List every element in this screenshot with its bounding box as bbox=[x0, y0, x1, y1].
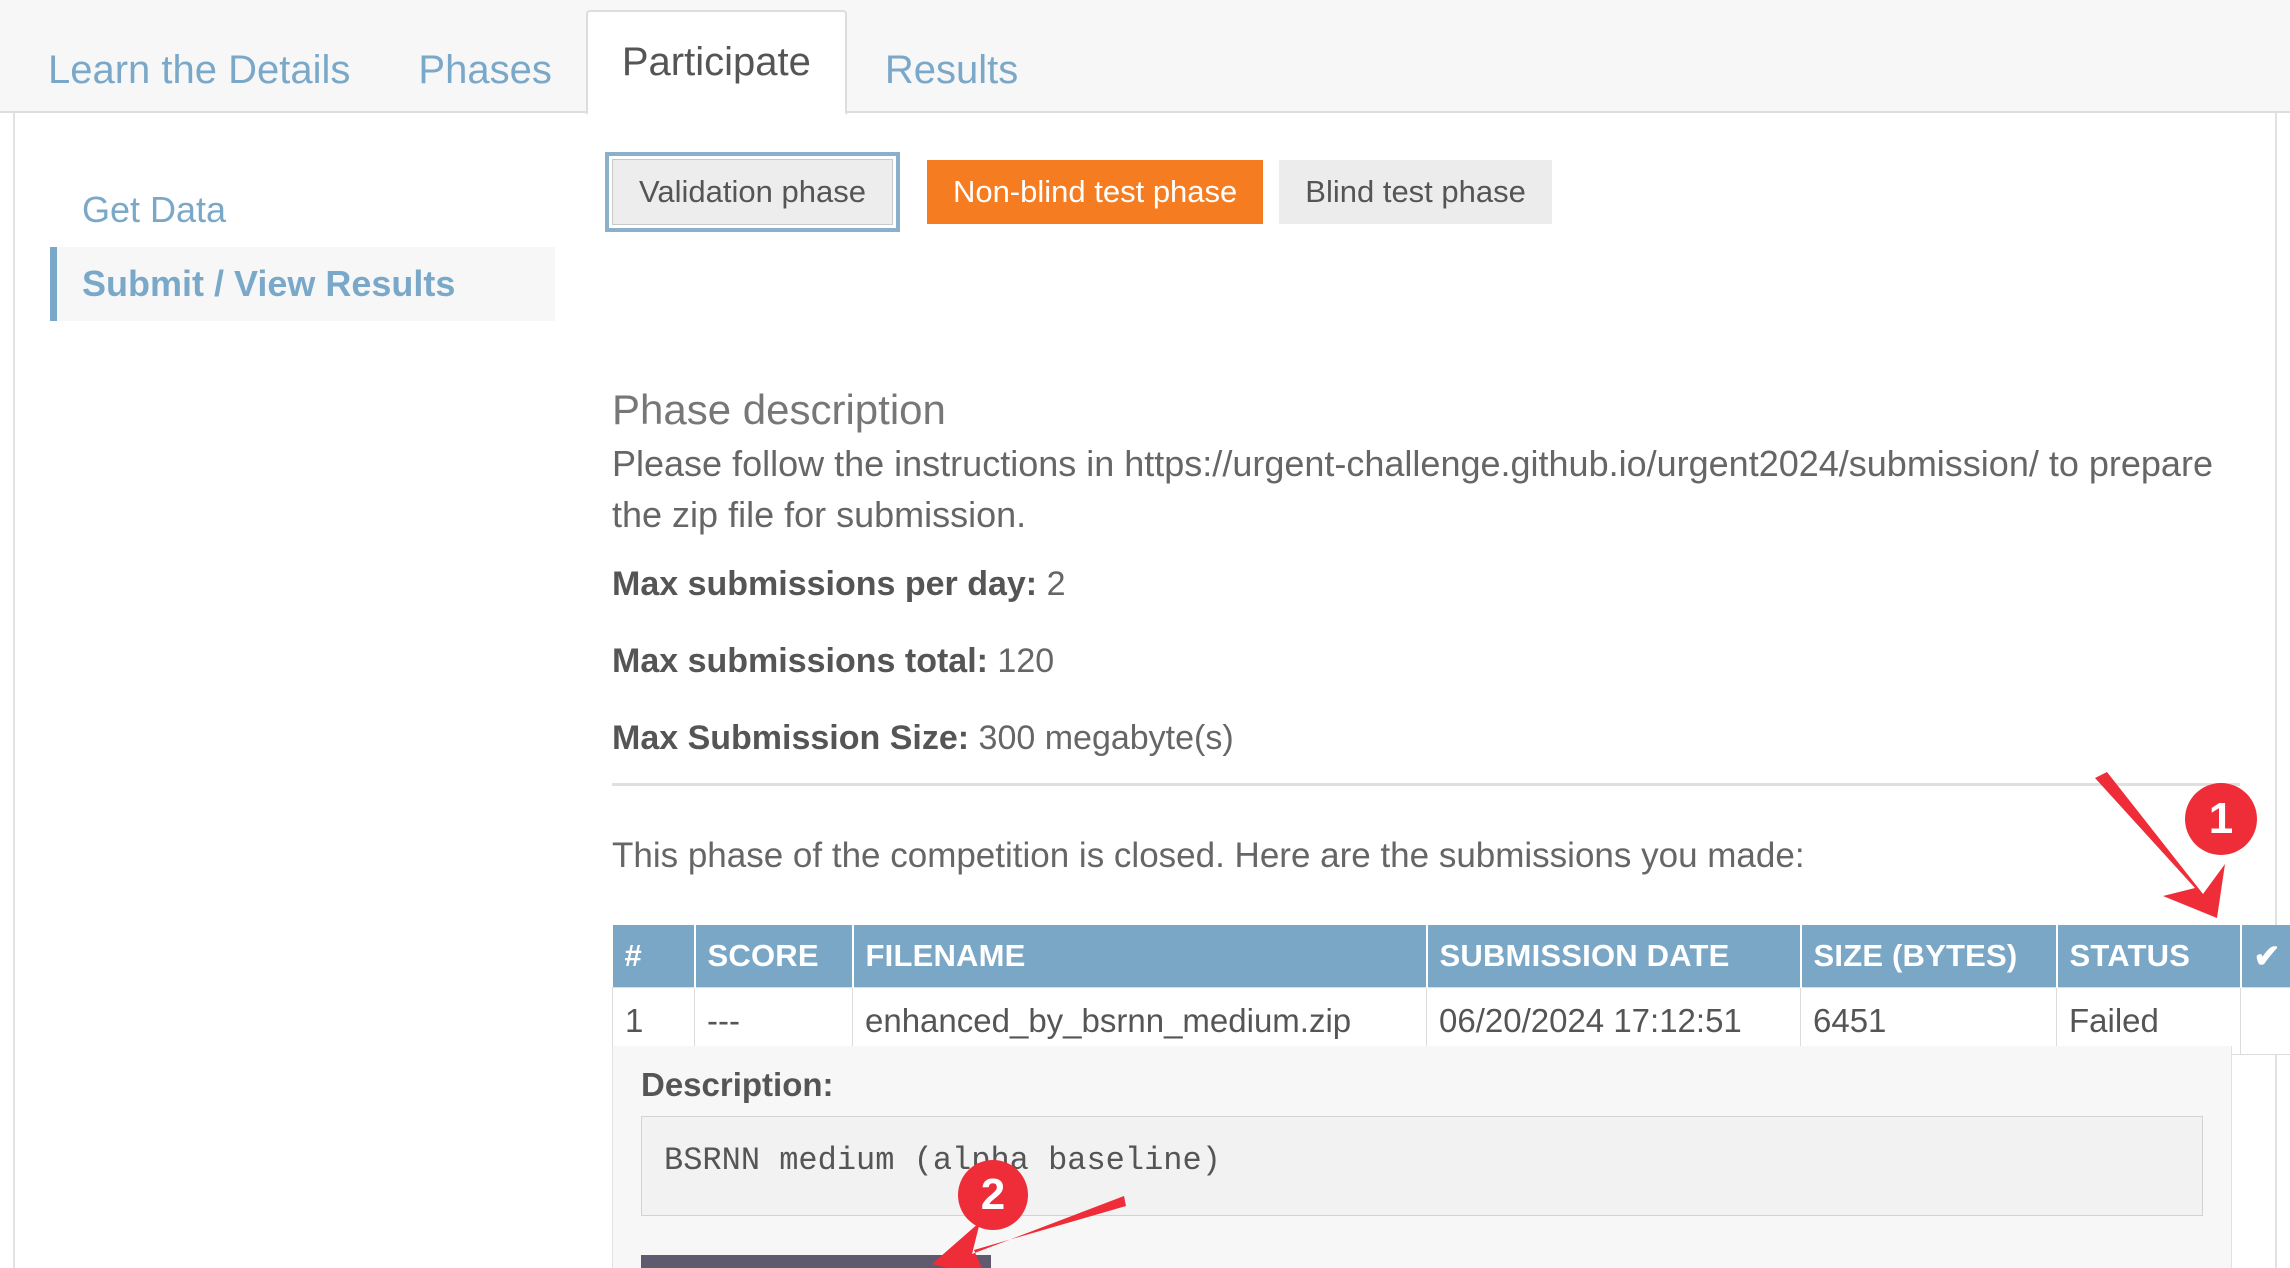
submissions-table: # SCORE FILENAME SUBMISSION DATE SIZE (B… bbox=[612, 925, 2290, 1055]
checkmark-icon: ✔ bbox=[2253, 938, 2281, 974]
panel-right-divider bbox=[2275, 113, 2277, 1268]
phase-closed-note: This phase of the competition is closed.… bbox=[612, 836, 1805, 875]
panel-left-divider bbox=[13, 113, 15, 1268]
column-header-status[interactable]: STATUS bbox=[2056, 925, 2242, 988]
description-label: Description: bbox=[641, 1066, 834, 1103]
phase-button-non-blind-test[interactable]: Non-blind test phase bbox=[926, 160, 1264, 224]
phase-description-heading: Phase description bbox=[612, 386, 946, 433]
cell-filename: enhanced_by_bsrnn_medium.zip bbox=[852, 987, 1427, 1055]
column-header-score[interactable]: SCORE bbox=[694, 925, 854, 988]
column-header-submission-date[interactable]: SUBMISSION DATE bbox=[1426, 925, 1802, 988]
submissions-table-head: # SCORE FILENAME SUBMISSION DATE SIZE (B… bbox=[612, 925, 2290, 988]
annotation-badge-2: 2 bbox=[958, 1160, 1028, 1230]
tab-list: Learn the Details Phases Participate Res… bbox=[14, 10, 1052, 115]
sidebar-item-get-data[interactable]: Get Data bbox=[50, 173, 555, 247]
max-submissions-per-day-label: Max submissions per day: bbox=[612, 565, 1038, 603]
section-divider bbox=[612, 783, 2240, 786]
max-submission-size-value: 300 megabyte(s) bbox=[978, 719, 1234, 757]
cell-submission-date: 06/20/2024 17:12:51 bbox=[1426, 987, 1801, 1055]
tab-results[interactable]: Results bbox=[851, 27, 1052, 113]
cell-size-bytes: 6451 bbox=[1800, 987, 2057, 1055]
max-submissions-total: Max submissions total: 120 bbox=[612, 642, 1054, 681]
phase-button-group: Validation phase Non-blind test phase Bl… bbox=[605, 152, 1552, 232]
table-header-row: # SCORE FILENAME SUBMISSION DATE SIZE (B… bbox=[612, 925, 2290, 988]
sidebar-item-submit-view-results[interactable]: Submit / View Results bbox=[50, 247, 555, 321]
phase-button-blind-test[interactable]: Blind test phase bbox=[1279, 160, 1552, 224]
submission-description-block: Description: update description View sco… bbox=[612, 1046, 2232, 1268]
cell-score: --- bbox=[694, 987, 853, 1055]
description-textarea[interactable] bbox=[641, 1116, 2203, 1216]
tab-learn-the-details[interactable]: Learn the Details bbox=[14, 27, 384, 113]
description-actions: update description bbox=[641, 1221, 2203, 1268]
participate-sidebar: Get Data Submit / View Results bbox=[50, 173, 555, 321]
phase-button-validation[interactable]: Validation phase bbox=[605, 152, 900, 232]
column-header-number[interactable]: # bbox=[612, 925, 696, 988]
max-submissions-total-label: Max submissions total: bbox=[612, 642, 988, 680]
max-submissions-per-day: Max submissions per day: 2 bbox=[612, 565, 1066, 604]
competition-participate-page: Learn the Details Phases Participate Res… bbox=[0, 0, 2290, 1268]
main-tab-bar: Learn the Details Phases Participate Res… bbox=[0, 0, 2290, 115]
max-submissions-total-value: 120 bbox=[997, 642, 1055, 680]
max-submission-size: Max Submission Size: 300 megabyte(s) bbox=[612, 719, 1234, 758]
cell-number: 1 bbox=[612, 987, 695, 1055]
column-header-checkmark[interactable]: ✔ bbox=[2240, 925, 2290, 988]
column-header-size-bytes[interactable]: SIZE (BYTES) bbox=[1800, 925, 2058, 988]
annotation-badge-1: 1 bbox=[2185, 783, 2257, 855]
table-row[interactable]: 1 --- enhanced_by_bsrnn_medium.zip 06/20… bbox=[612, 987, 2290, 1055]
submissions-table-body: 1 --- enhanced_by_bsrnn_medium.zip 06/20… bbox=[612, 987, 2290, 1055]
max-submission-size-label: Max Submission Size: bbox=[612, 719, 970, 757]
update-description-button[interactable]: update description bbox=[641, 1255, 991, 1268]
tab-participate[interactable]: Participate bbox=[585, 10, 847, 115]
cell-checkmark bbox=[2240, 987, 2290, 1055]
phase-description-text: Please follow the instructions in https:… bbox=[612, 443, 2213, 535]
column-header-filename[interactable]: FILENAME bbox=[852, 925, 1428, 988]
max-submissions-per-day-value: 2 bbox=[1046, 565, 1066, 603]
tab-phases[interactable]: Phases bbox=[384, 27, 585, 113]
content-area: Get Data Submit / View Results Validatio… bbox=[0, 113, 2290, 1268]
cell-status: Failed bbox=[2056, 987, 2241, 1055]
